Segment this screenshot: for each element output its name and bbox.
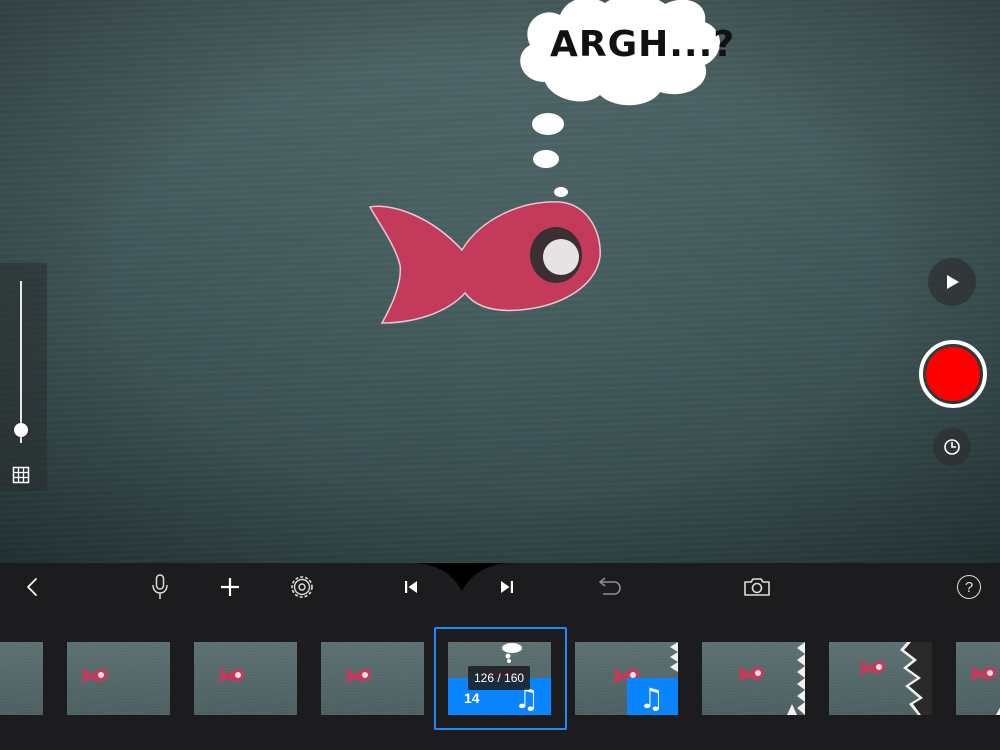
plus-icon [221,578,239,596]
frame-thumbnail[interactable] [956,642,1000,715]
record-icon [926,347,980,401]
camera-icon [744,578,770,596]
frame-thumbnail[interactable] [194,642,297,715]
help-button[interactable]: ? [955,573,983,601]
camera-viewfinder[interactable]: ARGH...? [0,0,1000,563]
frame-thumbnail[interactable] [321,642,424,715]
play-button[interactable] [928,258,976,306]
help-icon: ? [957,575,981,599]
add-button[interactable] [216,573,244,601]
camera-button[interactable] [743,573,771,601]
settings-button[interactable] [288,573,316,601]
frame-counter: 126 / 160 [468,666,531,690]
frame-pointer-notch [417,563,507,591]
back-button[interactable] [18,573,46,601]
fish-thumbnail [859,642,932,715]
fish-thumbnail [218,668,245,683]
zoom-slider-track[interactable] [20,281,22,443]
timer-button[interactable] [933,428,971,466]
fish-thumbnail [81,668,108,683]
frame-thumbnail[interactable] [67,642,170,715]
fish-thumbnail [345,668,372,683]
microphone-icon [152,574,168,599]
fish-thumbnail [970,666,1000,715]
fish-eye [530,227,582,283]
play-icon [947,275,959,289]
help-label: ? [964,578,974,596]
fish-figure [368,201,601,324]
undo-button[interactable] [595,573,623,601]
microphone-button[interactable] [146,573,174,601]
gear-icon [291,576,313,598]
thought-puffs [532,113,568,197]
zoom-panel [0,263,47,491]
filmstrip[interactable]: 14 ♫ 126 / 160 ♫ [0,611,1000,750]
frame-thumbnail[interactable] [0,642,43,715]
frame-thumbnail[interactable] [829,642,932,715]
music-note-icon: ♫ [639,682,665,715]
zoom-slider-knob[interactable] [14,423,28,438]
chevron-left-icon [27,578,37,596]
clock-icon [944,439,960,455]
speech-bubble-text: ARGH...? [550,24,736,65]
frame-thumbnail[interactable]: ♫ [575,642,678,715]
frame-thumbnail[interactable] [702,642,805,715]
fish-thumbnail [738,642,805,715]
grid-icon[interactable] [12,466,30,484]
record-button[interactable] [919,340,987,408]
undo-icon [599,577,621,595]
